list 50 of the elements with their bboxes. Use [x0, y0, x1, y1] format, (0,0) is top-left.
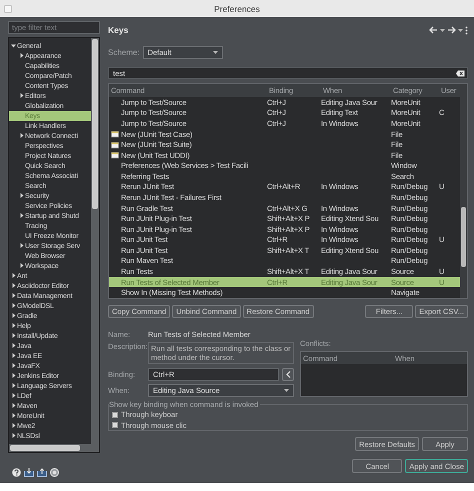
- checkbox[interactable]: [112, 422, 118, 428]
- expand-icon[interactable]: [19, 93, 24, 99]
- expand-icon[interactable]: [11, 403, 16, 409]
- expand-icon[interactable]: [11, 413, 16, 419]
- expand-icon[interactable]: [11, 353, 16, 359]
- expand-icon[interactable]: [19, 53, 24, 59]
- expand-icon[interactable]: [11, 323, 16, 329]
- expand-icon[interactable]: [11, 293, 16, 299]
- expand-icon[interactable]: [11, 383, 16, 389]
- expand-icon[interactable]: [11, 433, 16, 439]
- expand-icon[interactable]: [11, 423, 16, 429]
- record-icon[interactable]: [50, 468, 59, 477]
- expand-icon[interactable]: [19, 243, 24, 249]
- expand-icon[interactable]: [11, 273, 16, 279]
- caret-icon: [458, 28, 463, 32]
- window-icon: [111, 140, 119, 149]
- expand-icon[interactable]: [19, 133, 24, 139]
- help-icon[interactable]: [12, 468, 21, 477]
- expand-icon[interactable]: [11, 363, 16, 369]
- window-icon: [111, 151, 119, 160]
- expand-icon[interactable]: [11, 333, 16, 339]
- window-title: Preferences: [214, 4, 260, 14]
- window-icon: [111, 130, 119, 138]
- scrollbar[interactable]: [9, 444, 99, 452]
- caret-icon: [284, 388, 289, 392]
- expand-icon[interactable]: [19, 193, 24, 199]
- clear-icon[interactable]: [456, 70, 465, 76]
- expand-icon[interactable]: [11, 303, 16, 309]
- expand-icon[interactable]: [11, 373, 16, 379]
- expand-icon[interactable]: [11, 393, 16, 399]
- expand-icon[interactable]: [11, 313, 16, 319]
- caret-icon: [212, 51, 218, 54]
- expand-icon[interactable]: [19, 213, 24, 219]
- export-icon[interactable]: [37, 468, 47, 477]
- page-title: Keys: [108, 25, 128, 35]
- menu-icon[interactable]: [465, 26, 468, 34]
- expand-icon[interactable]: [19, 263, 24, 269]
- back-icon[interactable]: [429, 26, 438, 34]
- expand-icon[interactable]: [11, 343, 16, 349]
- collapse-icon[interactable]: [11, 43, 16, 49]
- scheme-label: Scheme:: [108, 48, 140, 57]
- arrow-left-icon: [286, 370, 290, 378]
- forward-icon[interactable]: [447, 26, 456, 34]
- scrollbar[interactable]: [460, 84, 467, 298]
- binding-menu-button[interactable]: [282, 368, 294, 381]
- import-icon[interactable]: [24, 468, 34, 477]
- expand-icon[interactable]: [11, 283, 16, 289]
- checkbox[interactable]: [112, 412, 118, 418]
- caret-icon: [440, 28, 445, 32]
- scrollbar[interactable]: [91, 38, 99, 444]
